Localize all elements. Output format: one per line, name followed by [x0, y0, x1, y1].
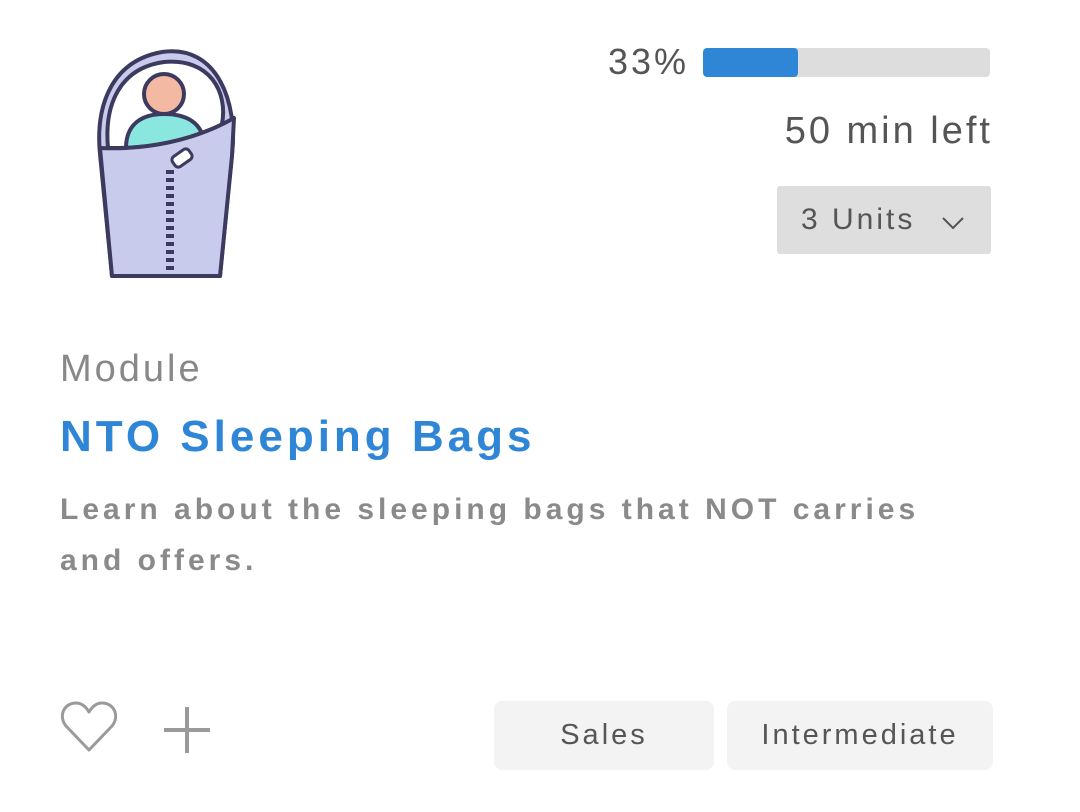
- plus-icon[interactable]: [162, 705, 212, 755]
- sleeping-bag-icon: [97, 49, 236, 278]
- heart-icon[interactable]: [60, 700, 118, 754]
- module-title[interactable]: NTO Sleeping Bags: [60, 412, 536, 462]
- time-left-label: 50 min left: [784, 110, 993, 152]
- progress-indicator: 33%: [608, 40, 990, 84]
- units-dropdown[interactable]: 3 Units: [777, 186, 991, 254]
- module-card: 33% 50 min left 3 Units Module NTO Sleep…: [0, 0, 1080, 812]
- module-description: Learn about the sleeping bags that NOT c…: [60, 493, 920, 577]
- units-dropdown-label: 3 Units: [801, 203, 916, 236]
- module-type-label: Module: [60, 348, 203, 390]
- progress-bar-fill: [703, 47, 798, 77]
- tag-sales[interactable]: Sales: [494, 701, 714, 770]
- tag-intermediate[interactable]: Intermediate: [727, 701, 993, 770]
- progress-percent: 33%: [607, 41, 689, 82]
- progress-bar: [703, 47, 990, 77]
- chevron-down-icon: [942, 217, 964, 230]
